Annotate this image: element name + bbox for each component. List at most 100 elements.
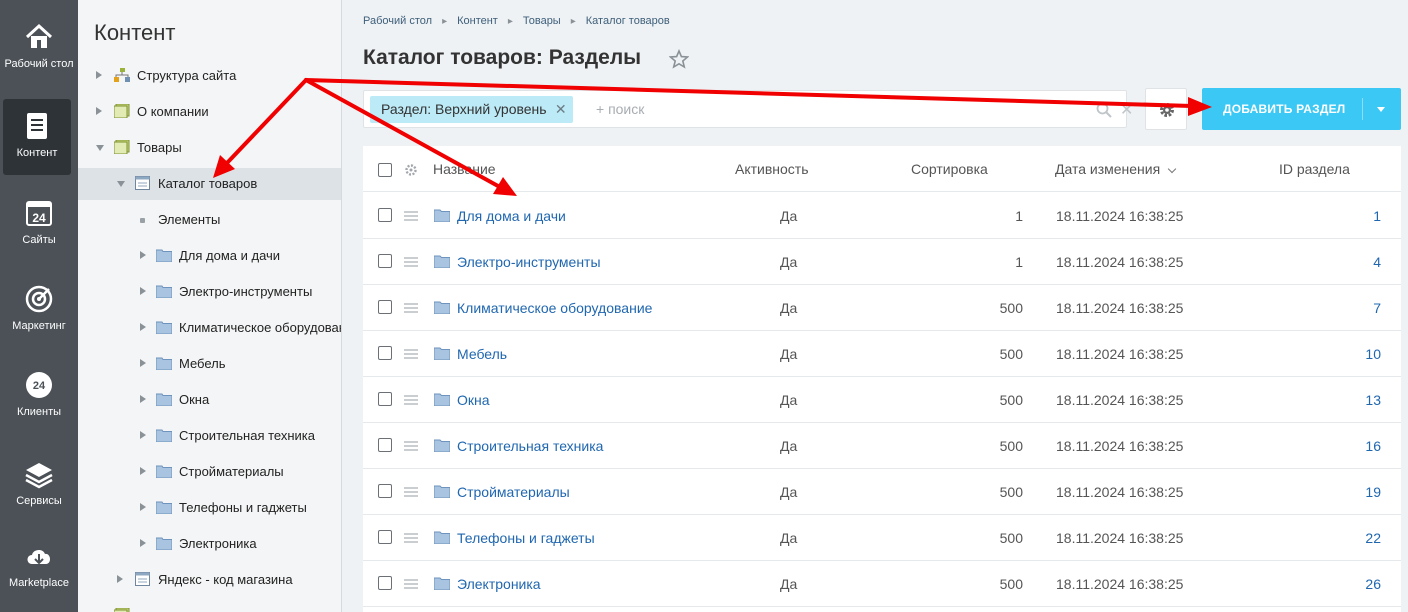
tree-item-section[interactable]: Мебель [78, 348, 341, 380]
rail-item-clients[interactable]: 24 Клиенты [0, 370, 78, 418]
row-checkbox[interactable] [378, 254, 392, 268]
breadcrumb-item[interactable]: Товары [523, 15, 561, 27]
id-cell[interactable]: 19 [1365, 484, 1381, 500]
chevron-right-icon[interactable] [96, 71, 102, 79]
row-checkbox[interactable] [378, 300, 392, 314]
drag-handle-icon[interactable] [404, 211, 418, 221]
table-row[interactable]: Климатическое оборудование Да 500 18.11.… [363, 285, 1401, 331]
section-name-link[interactable]: Мебель [457, 346, 507, 362]
column-header-active[interactable]: Активность [735, 161, 809, 177]
chevron-right-icon[interactable] [140, 287, 146, 295]
tree-item-next[interactable] [78, 600, 341, 612]
drag-handle-icon[interactable] [404, 441, 418, 451]
id-cell[interactable]: 4 [1373, 254, 1381, 270]
search-icon[interactable] [1096, 102, 1112, 118]
chevron-right-icon[interactable] [140, 467, 146, 475]
tree-item-section[interactable]: Строительная техника [78, 420, 341, 452]
section-name-link[interactable]: Электро-инструменты [457, 254, 601, 270]
rail-item-marketplace[interactable]: Marketplace [0, 541, 78, 589]
tree-item-section[interactable]: Стройматериалы [78, 456, 341, 488]
row-checkbox[interactable] [378, 576, 392, 590]
table-row[interactable]: Строительная техника Да 500 18.11.2024 1… [363, 423, 1401, 469]
column-header-date[interactable]: Дата изменения [1055, 161, 1160, 177]
breadcrumb-item[interactable]: Контент [457, 15, 498, 27]
drag-handle-icon[interactable] [404, 533, 418, 543]
row-checkbox[interactable] [378, 530, 392, 544]
section-name-link[interactable]: Электроника [457, 576, 541, 592]
table-row[interactable]: Стройматериалы Да 500 18.11.2024 16:38:2… [363, 469, 1401, 515]
filter-chip[interactable]: Раздел: Верхний уровень ✕ [370, 96, 573, 123]
section-name-link[interactable]: Для дома и дачи [457, 208, 566, 224]
chevron-right-icon[interactable] [140, 323, 146, 331]
tree-item-section[interactable]: Электроника [78, 528, 341, 560]
clear-icon[interactable]: ✕ [1120, 100, 1133, 120]
section-name-link[interactable]: Строительная техника [457, 438, 603, 454]
tree-item-catalog[interactable]: Каталог товаров [78, 168, 341, 200]
tree-item-section[interactable]: Климатическое оборудование [78, 312, 341, 344]
section-name-link[interactable]: Телефоны и гаджеты [457, 530, 595, 546]
tree-item-yandex[interactable]: Яндекс - код магазина [78, 564, 341, 596]
tree-item-section[interactable]: Для дома и дачи [78, 240, 341, 272]
section-name-link[interactable]: Климатическое оборудование [457, 300, 652, 316]
chevron-down-icon[interactable] [117, 181, 125, 187]
column-header-sort[interactable]: Сортировка [911, 161, 988, 177]
filter-search-bar[interactable]: Раздел: Верхний уровень ✕ + поиск ✕ [363, 90, 1133, 128]
chevron-right-icon[interactable] [140, 359, 146, 367]
chevron-down-icon[interactable] [96, 145, 104, 151]
drag-handle-icon[interactable] [404, 395, 418, 405]
rail-item-marketing[interactable]: Маркетинг [0, 284, 78, 332]
id-cell[interactable]: 13 [1365, 392, 1381, 408]
row-checkbox[interactable] [378, 346, 392, 360]
gear-icon[interactable] [404, 163, 418, 177]
id-cell[interactable]: 10 [1365, 346, 1381, 362]
chevron-right-icon[interactable] [117, 575, 123, 583]
settings-button[interactable] [1145, 88, 1187, 130]
id-cell[interactable]: 1 [1373, 208, 1381, 224]
sort-desc-icon[interactable] [1167, 164, 1177, 174]
table-row[interactable]: Для дома и дачи Да 1 18.11.2024 16:38:25… [363, 193, 1401, 239]
tree-item-elements[interactable]: Элементы [78, 204, 341, 236]
drag-handle-icon[interactable] [404, 349, 418, 359]
drag-handle-icon[interactable] [404, 487, 418, 497]
column-header-name[interactable]: Название [433, 161, 496, 177]
add-section-button[interactable]: ДОБАВИТЬ РАЗДЕЛ [1202, 88, 1401, 130]
breadcrumb-item[interactable]: Рабочий стол [363, 15, 432, 27]
id-cell[interactable]: 7 [1373, 300, 1381, 316]
row-checkbox[interactable] [378, 392, 392, 406]
breadcrumb-item[interactable]: Каталог товаров [586, 15, 670, 27]
rail-item-sites[interactable]: 24 Сайты [0, 198, 78, 246]
rail-item-services[interactable]: Сервисы [0, 459, 78, 507]
drag-handle-icon[interactable] [404, 579, 418, 589]
select-all-checkbox[interactable] [378, 163, 392, 177]
chevron-right-icon[interactable] [140, 503, 146, 511]
chevron-right-icon[interactable] [140, 431, 146, 439]
id-cell[interactable]: 16 [1365, 438, 1381, 454]
table-row[interactable]: Электро-инструменты Да 1 18.11.2024 16:3… [363, 239, 1401, 285]
tree-item-section[interactable]: Окна [78, 384, 341, 416]
rail-item-desktop[interactable]: Рабочий стол [0, 22, 78, 70]
chevron-right-icon[interactable] [140, 251, 146, 259]
table-row[interactable]: Окна Да 500 18.11.2024 16:38:25 13 [363, 377, 1401, 423]
table-row[interactable]: Мебель Да 500 18.11.2024 16:38:25 10 [363, 331, 1401, 377]
tree-item-section[interactable]: Электро-инструменты [78, 276, 341, 308]
search-input[interactable]: + поиск [596, 101, 644, 117]
chevron-right-icon[interactable] [140, 395, 146, 403]
drag-handle-icon[interactable] [404, 303, 418, 313]
row-checkbox[interactable] [378, 484, 392, 498]
chevron-right-icon[interactable] [96, 107, 102, 115]
row-checkbox[interactable] [378, 438, 392, 452]
table-row[interactable]: Телефоны и гаджеты Да 500 18.11.2024 16:… [363, 515, 1401, 561]
id-cell[interactable]: 26 [1365, 576, 1381, 592]
close-icon[interactable]: ✕ [555, 96, 567, 123]
star-icon[interactable] [669, 49, 689, 69]
column-header-id[interactable]: ID раздела [1279, 161, 1350, 177]
section-name-link[interactable]: Окна [457, 392, 490, 408]
tree-item-about[interactable]: О компании [78, 96, 341, 128]
table-row[interactable]: Электроника Да 500 18.11.2024 16:38:25 2… [363, 561, 1401, 607]
rail-item-content[interactable]: Контент [3, 99, 71, 175]
section-name-link[interactable]: Стройматериалы [457, 484, 570, 500]
chevron-right-icon[interactable] [140, 539, 146, 547]
id-cell[interactable]: 22 [1365, 530, 1381, 546]
tree-item-section[interactable]: Телефоны и гаджеты [78, 492, 341, 524]
row-checkbox[interactable] [378, 208, 392, 222]
